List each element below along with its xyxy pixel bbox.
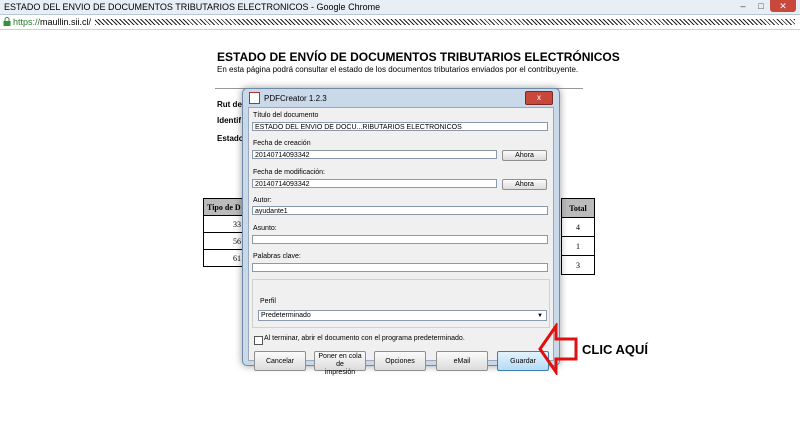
created-now-button[interactable]: Ahora [502, 150, 547, 161]
queue-button[interactable]: Poner en cola de impresión [314, 351, 366, 376]
profile-select[interactable]: Predeterminado ▼ [258, 310, 547, 321]
doc-title-label: Título del documento [253, 112, 319, 119]
results-table-right: Total 4 1 3 [561, 198, 595, 275]
field-rut-label: Rut de [217, 100, 242, 109]
table-cell-tipo: 61 [203, 249, 245, 267]
created-label: Fecha de creación [253, 140, 311, 147]
close-icon[interactable]: ✕ [770, 0, 796, 12]
window-title: ESTADO DEL ENVIO DE DOCUMENTOS TRIBUTARI… [4, 2, 381, 12]
modified-label: Fecha de modificación: [253, 169, 325, 176]
address-bar[interactable]: https://maullin.sii.cl/ [0, 15, 800, 30]
modified-now-button[interactable]: Ahora [502, 179, 547, 190]
table-header-tipo: Tipo de D [203, 198, 245, 216]
redacted-url-path [95, 19, 795, 25]
red-arrow-icon [538, 323, 578, 375]
pdf-icon [249, 92, 260, 104]
open-after-checkbox[interactable] [254, 336, 263, 345]
author-input[interactable]: ayudante1 [252, 206, 548, 215]
field-estado-label: Estado [217, 134, 244, 143]
url-text[interactable]: https://maullin.sii.cl/ [13, 15, 91, 29]
created-input[interactable]: 20140714093342 [252, 150, 497, 159]
queue-button-line2: impresión [324, 369, 356, 376]
lock-icon [3, 17, 11, 26]
url-scheme: https:// [13, 17, 41, 27]
keywords-input[interactable] [252, 263, 548, 272]
keywords-label: Palabras clave: [253, 253, 301, 260]
results-table-left: Tipo de D 33 56 61 [203, 198, 245, 267]
email-button[interactable]: eMail [436, 351, 488, 371]
table-cell-tipo: 56 [203, 232, 245, 250]
url-tail: / [88, 17, 92, 27]
table-cell-tipo: 33 [203, 215, 245, 233]
subject-label: Asunto: [253, 225, 277, 232]
author-label: Autor: [253, 197, 272, 204]
click-here-annotation: CLIC AQUÍ [582, 342, 648, 357]
dialog-body: Título del documento ESTADO DEL ENVIO DE… [248, 107, 554, 376]
doc-title-input[interactable]: ESTADO DEL ENVIO DE DOCU...RIBUTARIOS EL… [252, 122, 548, 131]
options-button[interactable]: Opciones [374, 351, 426, 371]
dialog-title: PDFCreator 1.2.3 [264, 93, 327, 103]
url-host: maullin.sii.cl [40, 17, 89, 27]
window-controls: – □ ✕ [734, 0, 796, 12]
pdfcreator-dialog: PDFCreator 1.2.3 x Título del documento … [242, 88, 560, 376]
cancel-button[interactable]: Cancelar [254, 351, 306, 371]
table-cell-total: 1 [561, 236, 595, 256]
browser-title-bar: ESTADO DEL ENVIO DE DOCUMENTOS TRIBUTARI… [0, 0, 800, 15]
open-after-label: Al terminar, abrir el documento con el p… [264, 335, 465, 342]
dialog-title-bar: PDFCreator 1.2.3 [249, 92, 327, 104]
chevron-down-icon: ▼ [537, 313, 543, 319]
page-subtitle: En esta página podrá consultar el estado… [217, 65, 579, 74]
field-ident-label: Identif [217, 116, 241, 125]
queue-button-line1: Poner en cola de [318, 353, 362, 368]
profile-selected-value: Predeterminado [261, 312, 311, 319]
minimize-icon[interactable]: – [734, 0, 752, 12]
maximize-icon[interactable]: □ [752, 0, 770, 12]
modified-input[interactable]: 20140714093342 [252, 179, 497, 188]
table-header-total: Total [561, 198, 595, 218]
profile-label: Perfil [260, 298, 276, 305]
page-title: ESTADO DE ENVÍO DE DOCUMENTOS TRIBUTARIO… [217, 50, 620, 64]
dialog-close-button[interactable]: x [525, 91, 553, 105]
table-cell-total: 3 [561, 255, 595, 275]
subject-input[interactable] [252, 235, 548, 244]
table-cell-total: 4 [561, 217, 595, 237]
